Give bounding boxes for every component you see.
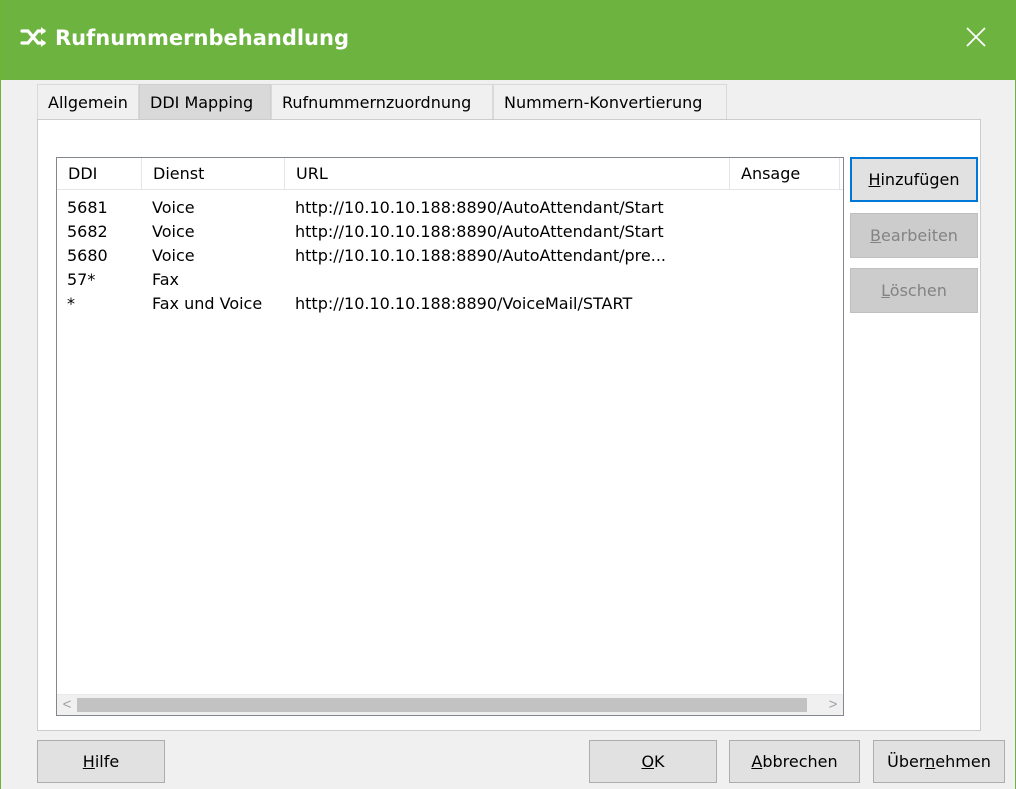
cell-url: http://10.10.10.188:8890/AutoAttendant/p…	[295, 246, 666, 265]
column-header-dienst[interactable]: Dienst	[142, 158, 285, 189]
cell-url: http://10.10.10.188:8890/AutoAttendant/S…	[295, 222, 664, 241]
scroll-right-arrow-icon[interactable]: >	[823, 695, 843, 715]
scrollbar-thumb[interactable]	[77, 698, 807, 712]
cancel-button[interactable]: Abbrechen	[729, 740, 860, 783]
list-header: DDI Dienst URL Ansage	[57, 158, 843, 190]
scroll-left-arrow-icon[interactable]: <	[57, 695, 77, 715]
table-row[interactable]: 5680 Voice http://10.10.10.188:8890/Auto…	[57, 244, 827, 268]
cell-ddi: 57*	[67, 270, 96, 289]
tab-ddi-mapping[interactable]: DDI Mapping	[139, 84, 271, 119]
tab-allgemein[interactable]: Allgemein	[37, 84, 139, 119]
window-title: Rufnummernbehandlung	[55, 26, 349, 50]
cell-ddi: 5681	[67, 198, 108, 217]
help-button[interactable]: Hilfe	[37, 740, 165, 783]
tab-panel-ddi-mapping: DDI Dienst URL Ansage 5681 Voice http://…	[37, 119, 981, 731]
title-bar[interactable]: Rufnummernbehandlung	[1, 0, 1015, 80]
dialog-client-area: Allgemein DDI Mapping Rufnummernzuordnun…	[1, 80, 1015, 789]
delete-button[interactable]: Löschen	[850, 268, 978, 313]
ddi-mapping-list[interactable]: DDI Dienst URL Ansage 5681 Voice http://…	[56, 157, 844, 716]
column-header-url[interactable]: URL	[285, 158, 730, 189]
table-row[interactable]: 5682 Voice http://10.10.10.188:8890/Auto…	[57, 220, 827, 244]
add-button[interactable]: Hinzufügen	[850, 157, 978, 202]
cell-url: http://10.10.10.188:8890/VoiceMail/START	[295, 294, 633, 313]
edit-button[interactable]: Bearbeiten	[850, 213, 978, 258]
apply-button[interactable]: Übernehmen	[873, 740, 1005, 783]
cell-dienst: Voice	[152, 222, 195, 241]
dialog-window: Rufnummernbehandlung Allgemein DDI Mappi…	[0, 0, 1016, 789]
tab-nummern-konvertierung[interactable]: Nummern-Konvertierung	[493, 84, 727, 119]
cell-url: http://10.10.10.188:8890/AutoAttendant/S…	[295, 198, 664, 217]
tab-rufnummernzuordnung[interactable]: Rufnummernzuordnung	[271, 84, 493, 119]
horizontal-scrollbar[interactable]: < >	[57, 694, 843, 715]
cell-dienst: Fax	[152, 270, 180, 289]
close-icon[interactable]	[963, 24, 989, 50]
cell-dienst: Fax und Voice	[152, 294, 263, 313]
shuffle-arrows-icon	[20, 27, 46, 47]
table-row[interactable]: * Fax und Voice http://10.10.10.188:8890…	[57, 292, 827, 316]
column-header-ansage[interactable]: Ansage	[730, 158, 840, 189]
cell-ddi: 5682	[67, 222, 108, 241]
column-header-ddi[interactable]: DDI	[57, 158, 142, 189]
cell-dienst: Voice	[152, 246, 195, 265]
ok-button[interactable]: OK	[589, 740, 717, 783]
table-row[interactable]: 57* Fax	[57, 268, 827, 292]
table-row[interactable]: 5681 Voice http://10.10.10.188:8890/Auto…	[57, 196, 827, 220]
cell-ddi: 5680	[67, 246, 108, 265]
cell-dienst: Voice	[152, 198, 195, 217]
cell-ddi: *	[67, 294, 75, 313]
